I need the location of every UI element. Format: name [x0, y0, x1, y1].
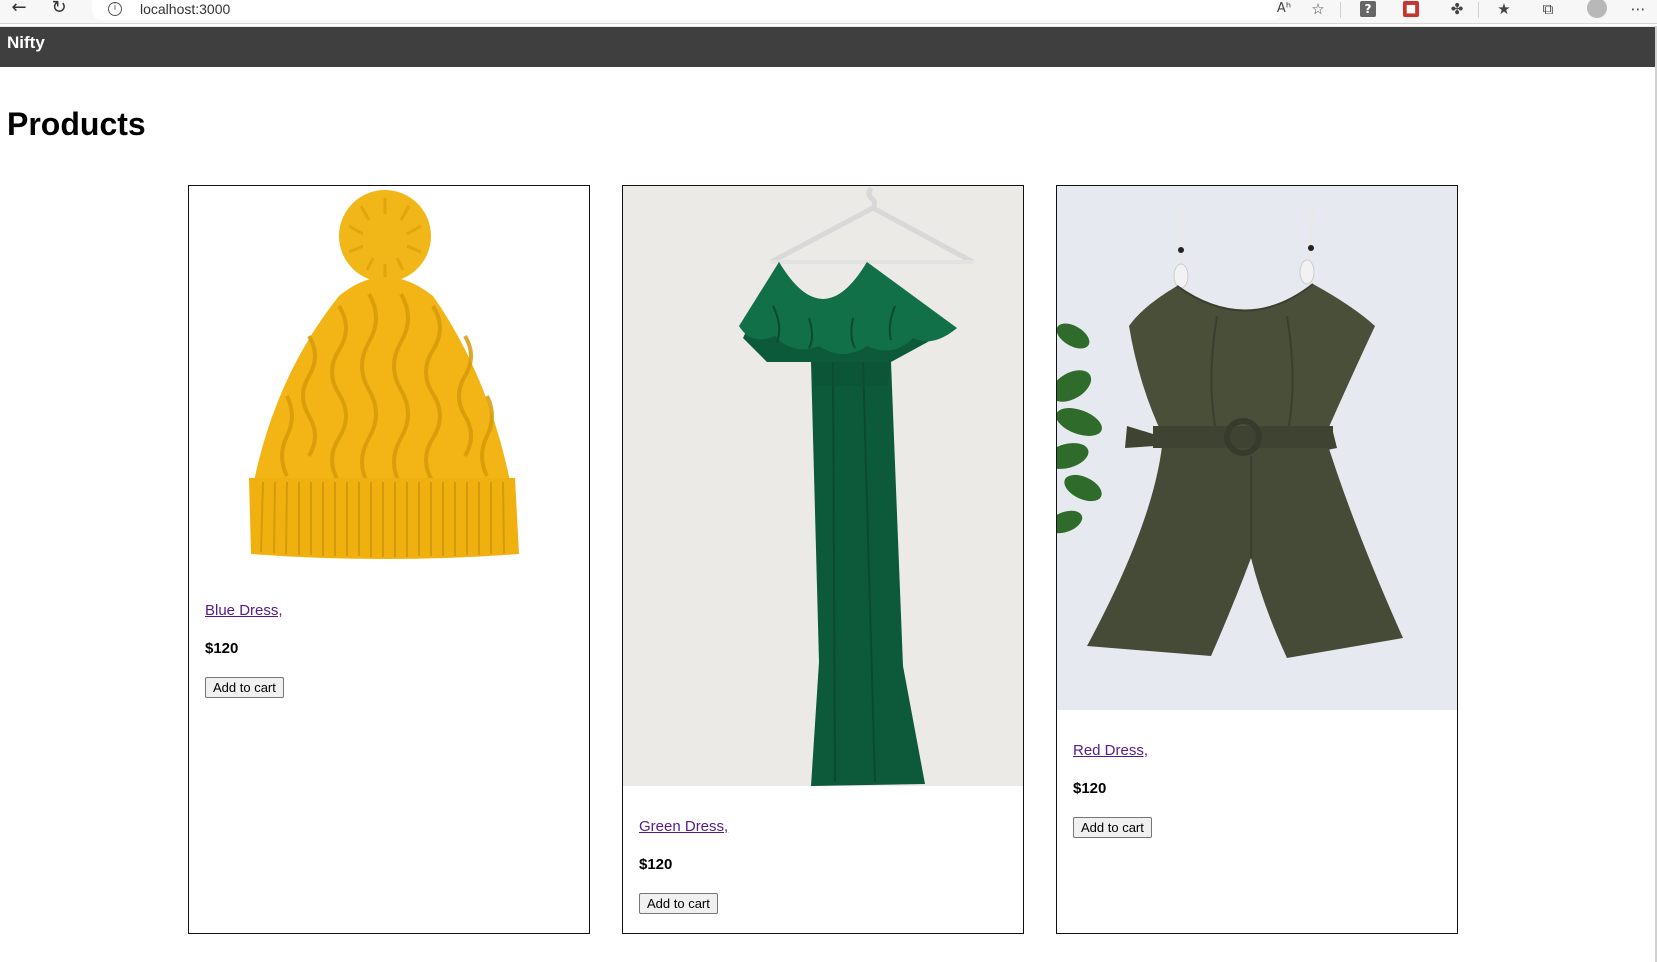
product-image — [189, 186, 589, 570]
add-to-cart-button[interactable]: Add to cart — [639, 893, 718, 914]
address-bar[interactable]: i localhost:3000 — [92, 0, 1282, 20]
back-arrow-icon[interactable]: ← — [8, 0, 30, 18]
toolbar-divider — [1340, 2, 1341, 18]
read-aloud-icon[interactable]: Aʰ — [1274, 1, 1294, 19]
url-text[interactable]: localhost:3000 — [140, 1, 230, 17]
product-price: $120 — [205, 640, 239, 657]
info-icon[interactable]: i — [108, 2, 122, 16]
product-image — [1057, 186, 1457, 710]
profile-avatar-icon[interactable] — [1587, 0, 1607, 18]
favorites-icon[interactable]: ★ — [1494, 1, 1514, 19]
product-price: $120 — [1073, 780, 1107, 797]
add-to-cart-button[interactable]: Add to cart — [205, 677, 284, 698]
toolbar-divider — [1478, 2, 1479, 18]
product-card: Green Dress, $120 Add to cart — [622, 185, 1024, 934]
reload-icon[interactable]: ↻ — [48, 0, 70, 18]
help-extension-icon[interactable]: ? — [1360, 1, 1376, 17]
page-title: Products — [7, 106, 146, 142]
product-link[interactable]: Green Dress, — [639, 818, 728, 835]
product-price: $120 — [639, 856, 673, 873]
brand-logo[interactable]: Nifty — [7, 33, 45, 53]
collections-icon[interactable]: ⧉ — [1538, 1, 1558, 19]
puzzle-icon[interactable]: ✤ — [1447, 1, 1467, 19]
product-link[interactable]: Blue Dress, — [205, 602, 283, 619]
browser-toolbar: ← ↻ i localhost:3000 Aʰ ☆ ? ■ ✤ ★ ⧉ ⋯ — [0, 0, 1657, 24]
add-favorite-icon[interactable]: ☆ — [1308, 1, 1328, 19]
product-card: Red Dress, $120 Add to cart — [1056, 185, 1458, 934]
product-image — [623, 186, 1023, 786]
add-to-cart-button[interactable]: Add to cart — [1073, 817, 1152, 838]
red-extension-icon[interactable]: ■ — [1403, 1, 1419, 17]
product-card: Blue Dress, $120 Add to cart — [188, 185, 590, 934]
app-navbar: Nifty — [0, 26, 1657, 67]
product-link[interactable]: Red Dress, — [1073, 742, 1148, 759]
more-menu-icon[interactable]: ⋯ — [1628, 1, 1648, 19]
